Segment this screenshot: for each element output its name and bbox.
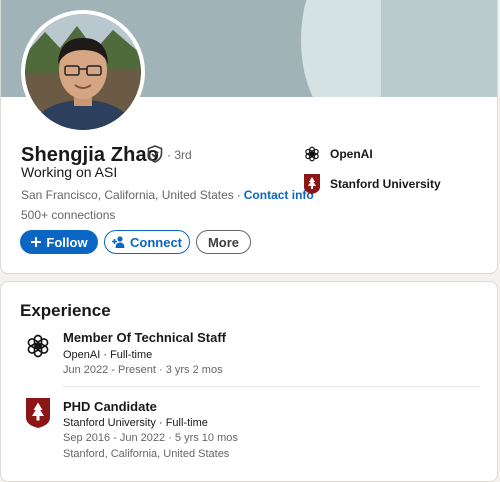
verified-shield-icon[interactable]	[147, 145, 163, 168]
experience-company: Stanford University · Full-time	[63, 417, 208, 429]
profile-location: San Francisco, California, United States	[21, 188, 234, 202]
org-stanford-label: Stanford University	[330, 177, 441, 191]
experience-title[interactable]: PHD Candidate	[63, 399, 157, 414]
connections-count[interactable]: 500+ connections	[21, 208, 115, 222]
more-button[interactable]: More	[196, 230, 251, 254]
stanford-logo-icon[interactable]	[24, 398, 52, 428]
org-openai-label: OpenAI	[330, 147, 373, 161]
profile-headline: Working on ASI	[21, 164, 118, 180]
org-stanford[interactable]: Stanford University	[303, 174, 441, 194]
experience-dates: Jun 2022 - Present · 3 yrs 2 mos	[63, 364, 223, 376]
openai-logo-icon[interactable]	[24, 332, 52, 360]
openai-logo-icon	[303, 145, 321, 163]
profile-card: Shengjia Zhao · 3rd Working on ASI San F…	[0, 0, 498, 274]
org-openai[interactable]: OpenAI	[303, 145, 373, 163]
follow-button-label: Follow	[46, 234, 88, 250]
experience-company: OpenAI · Full-time	[63, 349, 153, 361]
connect-button[interactable]: Connect	[104, 230, 190, 254]
experience-location: Stanford, California, United States	[63, 448, 230, 460]
add-person-icon	[112, 236, 126, 248]
stanford-logo-icon	[303, 174, 321, 194]
follow-button[interactable]: Follow	[20, 230, 98, 254]
experience-title[interactable]: Member Of Technical Staff	[63, 330, 226, 345]
plus-icon	[30, 236, 42, 248]
profile-location-line: San Francisco, California, United States…	[21, 188, 314, 202]
profile-avatar[interactable]	[21, 10, 145, 134]
location-separator: ·	[236, 188, 241, 202]
connect-button-label: Connect	[130, 234, 182, 250]
experience-section-title: Experience	[20, 301, 111, 320]
connection-degree: · 3rd	[167, 148, 192, 162]
experience-divider	[63, 386, 480, 387]
experience-dates: Sep 2016 - Jun 2022 · 5 yrs 10 mos	[63, 432, 238, 444]
